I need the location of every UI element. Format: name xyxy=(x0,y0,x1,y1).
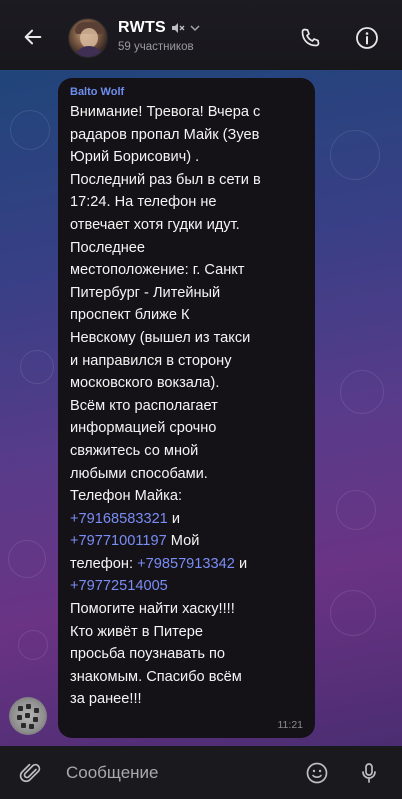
message-line: отвечает хотя гудки идут. xyxy=(70,216,240,233)
mic-button[interactable] xyxy=(354,758,384,788)
chat-title-area[interactable]: RWTS 59 участников xyxy=(118,19,200,53)
conjunction-text: и xyxy=(234,555,248,572)
message-line: Всём кто располагает xyxy=(70,397,218,414)
call-button[interactable] xyxy=(296,24,324,52)
message-line: +79772514005 xyxy=(70,575,305,598)
message-line: +79771001197 Мой xyxy=(70,530,305,553)
message-line: +79168583321 и xyxy=(70,508,305,531)
attach-button[interactable] xyxy=(16,758,46,788)
sender-name[interactable]: Balto Wolf xyxy=(70,86,305,98)
speaker-muted-icon xyxy=(171,22,185,34)
message-line: любыми способами. xyxy=(70,465,208,482)
message-line: Внимание! Тревога! Вчера с xyxy=(70,104,261,120)
message-text: Внимание! Тревога! Вчера с радаров пропа… xyxy=(70,101,305,711)
info-button[interactable] xyxy=(353,24,381,52)
paperclip-icon xyxy=(19,763,41,783)
my-phone-text: Мой xyxy=(166,533,200,550)
message-line: телефон: +79857913342 и xyxy=(70,553,305,576)
message-line: проспект ближе К xyxy=(70,307,190,324)
emoji-button[interactable] xyxy=(302,758,332,788)
message-line: Питербург - Литейный xyxy=(70,284,221,301)
message-line: и направился в сторону xyxy=(70,352,232,369)
message-bubble[interactable]: Balto Wolf Внимание! Тревога! Вчера с ра… xyxy=(58,78,315,738)
microphone-icon xyxy=(362,763,376,783)
message-line: московского вокзала). xyxy=(70,375,220,392)
message-line: просьба поузнавать по xyxy=(70,646,225,663)
emoji-icon xyxy=(306,762,328,784)
phone-icon xyxy=(301,28,320,47)
conjunction-text: и xyxy=(167,510,181,527)
message-line: информацией срочно xyxy=(70,420,217,437)
message-line: знакомым. Спасибо всём xyxy=(70,668,242,685)
message-line: за ранее!!! xyxy=(70,691,142,708)
chat-header: RWTS 59 участников xyxy=(0,0,402,70)
chat-screen: RWTS 59 участников Balto Wolf Внимание! … xyxy=(0,0,402,799)
message-line: Телефон Майка: xyxy=(70,488,183,505)
back-button[interactable] xyxy=(18,22,48,52)
message-line: Последний раз был в сети в xyxy=(70,171,261,188)
message-line: 17:24. На телефон не xyxy=(70,194,217,211)
group-avatar[interactable] xyxy=(68,18,108,58)
phone-label-text: телефон: xyxy=(70,555,138,572)
message-line: Кто живёт в Питере xyxy=(70,623,204,640)
chevron-down-icon[interactable] xyxy=(190,24,200,32)
phone-link[interactable]: +79771001197 xyxy=(70,533,167,549)
message-time: 11:21 xyxy=(277,719,304,731)
arrow-left-icon xyxy=(24,29,42,45)
phone-link[interactable]: +79772514005 xyxy=(70,578,168,594)
message-line: Невскому (вышел из такси xyxy=(70,329,251,346)
message-line: свяжитесь со мной xyxy=(70,442,199,459)
member-count: 59 участников xyxy=(118,41,194,53)
phone-link[interactable]: +79168583321 xyxy=(70,511,168,527)
message-line: Юрий Борисович) . xyxy=(70,149,200,166)
message-line: Помогите найти хаску!!!! xyxy=(70,601,235,618)
info-icon xyxy=(356,27,378,49)
sender-avatar[interactable] xyxy=(9,697,47,735)
message-input-bar xyxy=(0,746,402,799)
message-input[interactable] xyxy=(66,760,286,786)
message-line: Последнее xyxy=(70,239,146,256)
phone-link[interactable]: +79857913342 xyxy=(137,556,235,572)
message-line: местоположение: г. Санкт xyxy=(70,262,245,279)
chat-title: RWTS xyxy=(118,19,167,36)
message-line: радаров пропал Майк (Зуев xyxy=(70,126,260,143)
